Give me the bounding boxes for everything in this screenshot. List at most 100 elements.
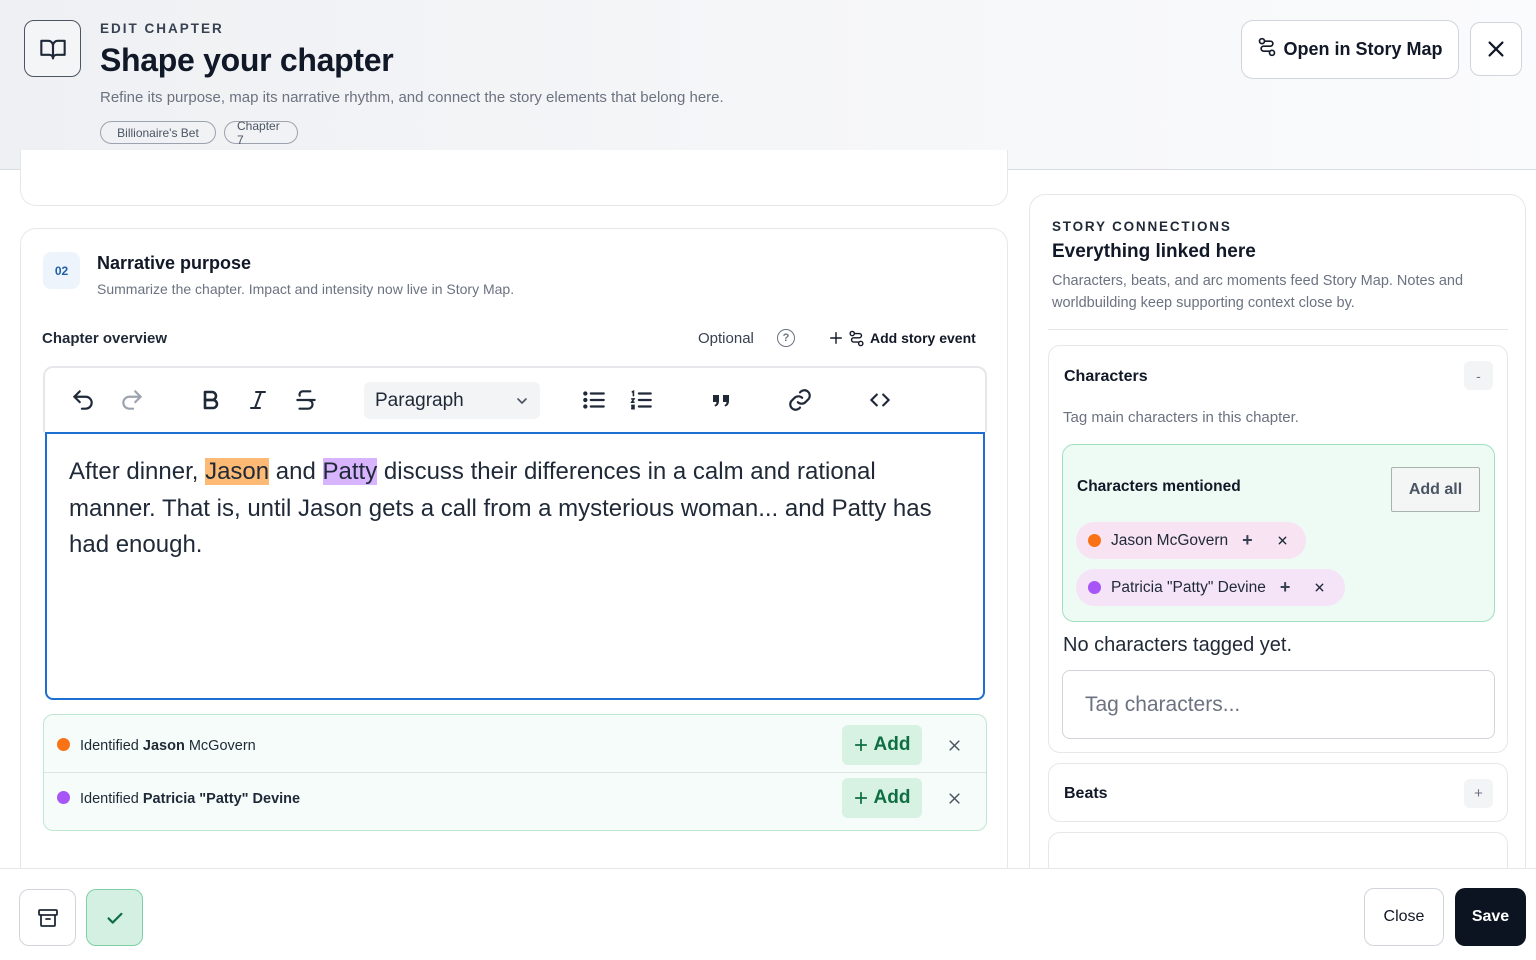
step-badge: 02	[43, 252, 80, 289]
open-story-map-button[interactable]: Open in Story Map	[1241, 20, 1459, 79]
italic-button[interactable]	[242, 384, 274, 416]
bullet-list-icon	[583, 391, 605, 409]
character-name: Jason McGovern	[1111, 531, 1229, 549]
link-button[interactable]	[784, 384, 816, 416]
help-icon[interactable]: ?	[777, 329, 795, 347]
block-type-select[interactable]: Paragraph	[364, 382, 540, 419]
identified-row: Identified Patricia "Patty" Devine Add	[44, 773, 986, 831]
page-title: Shape your chapter	[100, 42, 394, 78]
section-title: Narrative purpose	[97, 253, 252, 273]
chevron-down-icon	[517, 398, 527, 404]
book-chip[interactable]: Billionaire's Bet	[100, 121, 216, 144]
close-icon	[948, 792, 960, 804]
redo-icon	[122, 390, 142, 410]
close-icon	[1315, 583, 1324, 592]
block-type-value: Paragraph	[375, 389, 464, 411]
add-all-button[interactable]: Add all	[1391, 467, 1480, 512]
mark-complete-button[interactable]	[86, 889, 143, 946]
editor-text-2: and	[269, 458, 323, 485]
modal-footer: Close Save	[0, 868, 1536, 960]
divider	[1048, 329, 1508, 330]
dismiss-identified-button[interactable]	[944, 788, 964, 808]
check-icon	[106, 912, 123, 924]
story-connections-panel: STORY CONNECTIONS Everything linked here…	[1029, 194, 1526, 872]
chapter-overview-editor[interactable]: After dinner, Jason and Patty discuss th…	[45, 432, 985, 700]
chapter-overview-label: Chapter overview	[42, 330, 168, 347]
empty-characters-text: No characters tagged yet.	[1063, 634, 1293, 656]
open-story-map-label: Open in Story Map	[1283, 39, 1443, 59]
character-pill-jason: Jason McGovern +	[1076, 522, 1306, 559]
previous-section-card	[20, 150, 1008, 206]
strikethrough-button[interactable]	[290, 384, 322, 416]
close-icon	[1488, 41, 1504, 57]
next-connection-card	[1048, 832, 1508, 872]
plus-icon	[854, 791, 867, 805]
characters-title: Characters	[1064, 368, 1148, 385]
close-modal-button[interactable]	[1470, 22, 1522, 76]
dismiss-identified-button[interactable]	[944, 735, 964, 755]
identified-text: Identified Jason McGovern	[80, 738, 256, 754]
save-button[interactable]: Save	[1455, 888, 1526, 946]
optional-label: Optional	[698, 330, 754, 347]
code-button[interactable]	[864, 384, 896, 416]
add-identified-button[interactable]: Add	[842, 725, 922, 765]
undo-button[interactable]	[67, 384, 99, 416]
header-eyebrow: EDIT CHAPTER	[100, 21, 224, 36]
book-open-icon	[24, 20, 81, 77]
close-icon	[948, 739, 960, 751]
remove-character-button[interactable]	[1314, 582, 1325, 593]
characters-mentioned-box: Characters mentioned Add all Jason McGov…	[1062, 444, 1495, 622]
character-color-dot	[57, 791, 70, 804]
redo-button[interactable]	[116, 384, 148, 416]
page-subtitle: Refine its purpose, map its narrative rh…	[100, 89, 724, 106]
plus-icon	[830, 332, 842, 344]
strikethrough-icon	[296, 390, 316, 410]
beats-card[interactable]: Beats +	[1048, 763, 1508, 822]
add-story-event-button[interactable]: Add story event	[829, 327, 976, 349]
identified-characters-panel: Identified Jason McGovern Add Identified…	[43, 714, 987, 831]
bold-button[interactable]	[195, 384, 227, 416]
undo-icon	[73, 390, 93, 410]
sidebar-title: Everything linked here	[1052, 241, 1256, 262]
characters-card: Characters - Tag main characters in this…	[1048, 345, 1508, 753]
collapse-characters-button[interactable]: -	[1464, 361, 1493, 390]
sidebar-description: Characters, beats, and arc moments feed …	[1052, 273, 1464, 311]
section-description: Summarize the chapter. Impact and intens…	[97, 281, 515, 297]
code-icon	[870, 393, 890, 407]
beats-title: Beats	[1064, 785, 1108, 802]
quote-icon	[713, 395, 729, 407]
mention-patty-highlight[interactable]: Patty	[322, 458, 378, 485]
identified-row: Identified Jason McGovern Add	[44, 715, 986, 773]
archive-icon	[37, 908, 58, 927]
chapter-chip[interactable]: Chapter 7	[224, 119, 298, 147]
narrative-purpose-card: 02 Narrative purpose Summarize the chapt…	[20, 228, 1008, 868]
archive-button[interactable]	[19, 889, 76, 946]
expand-beats-button[interactable]: +	[1464, 779, 1493, 808]
add-story-event-label: Add story event	[870, 330, 976, 346]
characters-mentioned-title: Characters mentioned	[1077, 478, 1241, 495]
numbered-list-button[interactable]	[625, 384, 657, 416]
modal-header: EDIT CHAPTER Shape your chapter Refine i…	[0, 0, 1536, 170]
add-identified-button[interactable]: Add	[842, 778, 922, 818]
character-name: Patricia "Patty" Devine	[1111, 578, 1266, 596]
link-icon	[789, 389, 811, 411]
tag-characters-input[interactable]	[1062, 670, 1495, 739]
close-button[interactable]: Close	[1364, 888, 1444, 946]
plus-icon	[854, 738, 867, 752]
remove-character-button[interactable]	[1277, 535, 1288, 546]
story-map-icon	[849, 330, 864, 346]
bullet-list-button[interactable]	[578, 384, 610, 416]
identified-text: Identified Patricia "Patty" Devine	[80, 791, 301, 807]
characters-description: Tag main characters in this chapter.	[1063, 409, 1299, 426]
character-color-dot	[1088, 581, 1101, 594]
editor-toolbar: Paragraph	[43, 366, 987, 432]
story-map-icon	[1257, 37, 1277, 62]
bold-icon	[203, 390, 219, 410]
add-character-button[interactable]: +	[1242, 530, 1253, 551]
close-icon	[1278, 536, 1287, 545]
quote-button[interactable]	[705, 384, 737, 416]
sidebar-eyebrow: STORY CONNECTIONS	[1052, 219, 1232, 234]
add-character-button[interactable]: +	[1280, 577, 1291, 598]
mention-jason-highlight[interactable]: Jason	[205, 458, 270, 485]
italic-icon	[250, 391, 266, 409]
